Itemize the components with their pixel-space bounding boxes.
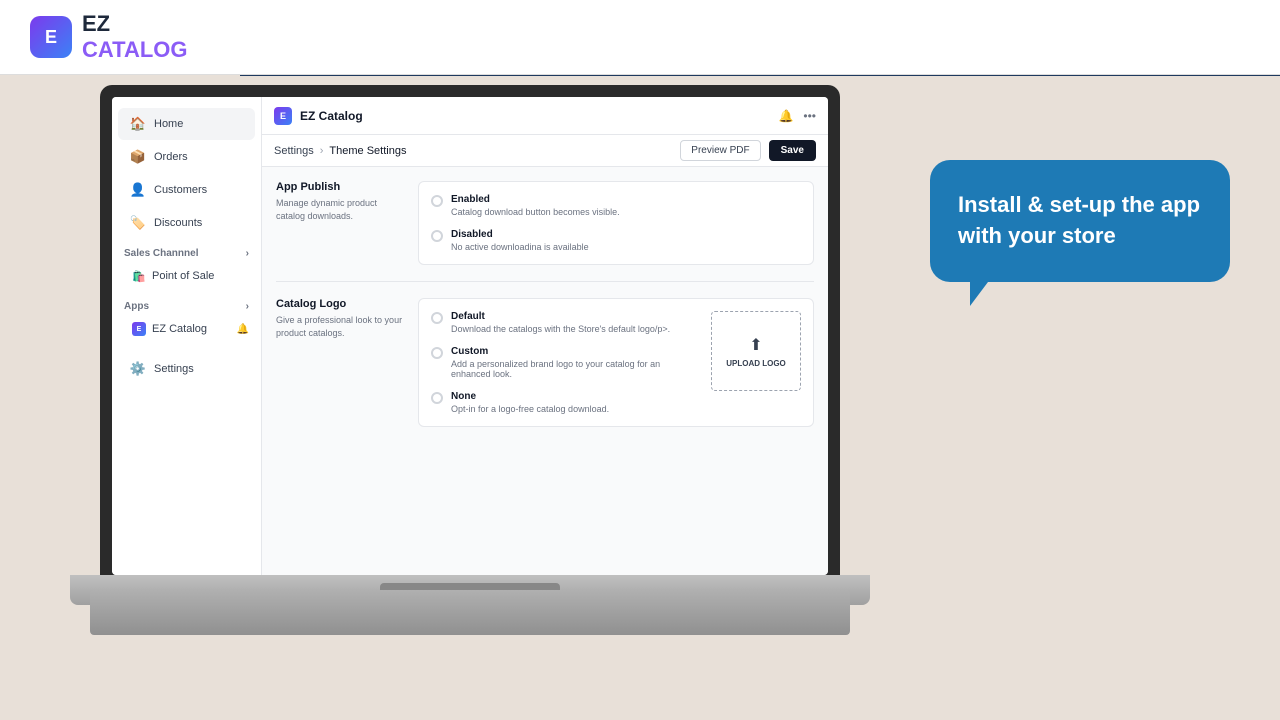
publish-disabled-label: Disabled [451,229,589,240]
logo-none-label: None [451,391,609,402]
publish-disabled-option[interactable]: Disabled No active downloadina is availa… [431,229,801,252]
section-divider [276,281,814,282]
app-publish-title: App Publish [276,181,406,193]
app-publish-desc: Manage dynamic product catalog downloads… [276,197,406,222]
app-container: 🏠 Home 📦 Orders 👤 Customers 🏷️ Discounts [112,97,828,575]
catalog-logo-desc: Give a professional look to your product… [276,314,406,339]
screen-inner: 🏠 Home 📦 Orders 👤 Customers 🏷️ Discounts [112,97,828,575]
logo-area: E EZ CATALOG [30,11,188,63]
breadcrumb-bar: Settings › Theme Settings Preview PDF Sa… [262,135,828,167]
chevron-icon: › [246,248,249,259]
logo-custom-option[interactable]: Custom Add a personalized brand logo to … [431,346,701,379]
speech-bubble: Install & set-up the app with your store [930,160,1230,282]
logo-default-radio[interactable] [431,312,443,324]
app-title: EZ Catalog [300,109,363,123]
breadcrumb-parent[interactable]: Settings [274,145,314,157]
laptop-keyboard [90,590,850,635]
preview-pdf-button[interactable]: Preview PDF [680,140,760,161]
apps-section: Apps › [112,293,261,316]
logo-icon: E [30,16,72,58]
upload-logo-area[interactable]: ⬆ UPLOAD LOGO [711,311,801,391]
customers-icon: 👤 [130,182,146,198]
sidebar-item-home[interactable]: 🏠 Home [118,108,255,140]
sidebar-label-settings: Settings [154,363,194,375]
laptop-screen: 🏠 Home 📦 Orders 👤 Customers 🏷️ Discounts [100,85,840,575]
logo-options: Default Download the catalogs with the S… [431,311,701,414]
apps-chevron-icon: › [246,301,249,312]
sidebar-label-pos: Point of Sale [152,270,214,282]
logo-none-radio[interactable] [431,392,443,404]
app-publish-label-col: App Publish Manage dynamic product catal… [276,181,406,222]
breadcrumb-actions: Preview PDF Save [680,140,816,161]
breadcrumb: Settings › Theme Settings [274,145,406,157]
breadcrumb-current: Theme Settings [329,145,406,157]
logo-none-desc: Opt-in for a logo-free catalog download. [451,404,609,414]
sidebar-item-pos[interactable]: 🛍️ Point of Sale [112,263,261,289]
ez-catalog-icon: E [132,322,146,336]
sidebar-item-orders[interactable]: 📦 Orders [118,141,255,173]
publish-enabled-radio[interactable] [431,195,443,207]
sidebar-label-home: Home [154,118,183,130]
main-content: E EZ Catalog 🔔 ••• Settings › [262,97,828,575]
logo-custom-desc: Add a personalized brand logo to your ca… [451,359,701,379]
upload-label: UPLOAD LOGO [726,359,786,368]
home-icon: 🏠 [130,116,146,132]
sidebar-item-discounts[interactable]: 🏷️ Discounts [118,207,255,239]
app-topbar: E EZ Catalog 🔔 ••• [262,97,828,135]
catalog-logo-label-col: Catalog Logo Give a professional look to… [276,298,406,339]
bell-icon: 🔔 [237,324,249,335]
catalog-logo-section: Catalog Logo Give a professional look to… [276,298,814,427]
laptop-wrapper: 🏠 Home 📦 Orders 👤 Customers 🏷️ Discounts [100,85,860,645]
logo-none-option[interactable]: None Opt-in for a logo-free catalog down… [431,391,701,414]
sidebar-label-customers: Customers [154,184,207,196]
content-area: App Publish Manage dynamic product catal… [262,167,828,575]
publish-disabled-radio[interactable] [431,230,443,242]
sidebar-label-ez-catalog: EZ Catalog [152,323,207,335]
publish-enabled-desc: Catalog download button becomes visible. [451,207,620,217]
sidebar-item-ez-catalog[interactable]: E EZ Catalog 🔔 [112,316,261,342]
sales-channel-section: Sales Channnel › [112,240,261,263]
logo-custom-label: Custom [451,346,701,357]
app-publish-section: App Publish Manage dynamic product catal… [276,181,814,265]
top-bar: E EZ CATALOG [0,0,1280,75]
app-more-icon[interactable]: ••• [803,109,816,123]
app-logo-icon: E [274,107,292,125]
top-bar-divider [240,75,1280,76]
logo-default-option[interactable]: Default Download the catalogs with the S… [431,311,701,334]
logo-text: EZ CATALOG [82,11,188,63]
publish-enabled-label: Enabled [451,194,620,205]
sidebar-item-settings[interactable]: ⚙️ Settings [118,353,255,385]
app-topbar-right: 🔔 ••• [778,109,816,123]
logo-catalog: CATALOG [82,37,188,62]
app-publish-card: Enabled Catalog download button becomes … [418,181,814,265]
sidebar-label-orders: Orders [154,151,188,163]
app-topbar-left: E EZ Catalog [274,107,363,125]
pos-icon: 🛍️ [132,269,146,283]
logo-ez: EZ [82,11,110,36]
catalog-logo-card: Default Download the catalogs with the S… [418,298,814,427]
upload-icon: ⬆ [749,335,762,355]
sidebar-item-customers[interactable]: 👤 Customers [118,174,255,206]
app-bell-icon[interactable]: 🔔 [778,109,793,123]
logo-default-label: Default [451,311,670,322]
speech-bubble-text: Install & set-up the app with your store [958,190,1202,252]
settings-icon: ⚙️ [130,361,146,377]
sidebar: 🏠 Home 📦 Orders 👤 Customers 🏷️ Discounts [112,97,262,575]
logo-custom-radio[interactable] [431,347,443,359]
breadcrumb-separator: › [320,145,324,157]
sidebar-label-discounts: Discounts [154,217,202,229]
orders-icon: 📦 [130,149,146,165]
discounts-icon: 🏷️ [130,215,146,231]
save-button[interactable]: Save [769,140,816,161]
publish-enabled-option[interactable]: Enabled Catalog download button becomes … [431,194,801,217]
logo-default-desc: Download the catalogs with the Store's d… [451,324,670,334]
publish-disabled-desc: No active downloadina is available [451,242,589,252]
catalog-logo-title: Catalog Logo [276,298,406,310]
